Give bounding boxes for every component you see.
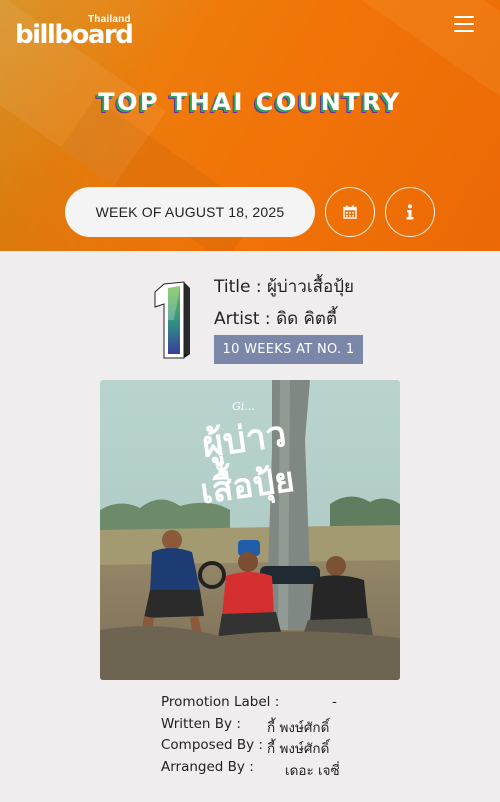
song-title: Title : ผู้บ่าวเสื้อปุ้ย — [214, 273, 354, 300]
credit-row-composed-by: Composed By : กี้ พงษ์ศักดิ์ — [161, 737, 351, 759]
week-label: WEEK OF AUGUST 18, 2025 — [95, 204, 285, 220]
credit-label: Composed By : — [161, 737, 263, 753]
cover-signature: Gi... — [232, 400, 255, 413]
credit-label: Promotion Label : — [161, 694, 280, 710]
song-title-value: ผู้บ่าวเสื้อปุ้ย — [266, 277, 354, 297]
album-cover-image: ผู้บ่าว เสื้อปุ้ย Gi... — [100, 380, 400, 680]
song-credits: Promotion Label : - Written By : กี้ พงษ… — [161, 694, 351, 780]
album-cover: ผู้บ่าว เสื้อปุ้ย Gi... — [100, 380, 400, 680]
week-selector[interactable]: WEEK OF AUGUST 18, 2025 — [65, 187, 315, 237]
calendar-icon — [343, 205, 357, 219]
credit-row-written-by: Written By : กี้ พงษ์ศักดิ์ — [161, 716, 351, 738]
credit-value: - — [332, 694, 337, 710]
hamburger-icon[interactable] — [454, 16, 474, 32]
credit-value: กี้ พงษ์ศักดิ์ — [267, 741, 330, 757]
song-title-label: Title : — [214, 277, 267, 297]
song-artist: Artist : ดิด คิตตี้ — [214, 305, 337, 332]
weeks-at-no1-badge: 10 WEEKS AT NO. 1 — [214, 335, 363, 364]
rank-number — [150, 280, 196, 362]
song-artist-value: ดิด คิตตี้ — [276, 309, 338, 329]
calendar-button[interactable] — [325, 187, 375, 237]
logo-wordmark: billboard — [15, 20, 134, 50]
info-icon — [406, 204, 414, 220]
chart-header: Thailand billboard TOP THAI COUNTRY WEEK… — [0, 0, 500, 251]
chart-title: TOP THAI COUNTRY — [98, 88, 402, 116]
info-button[interactable] — [385, 187, 435, 237]
credit-label: Arranged By : — [161, 758, 254, 775]
credit-row-promotion-label: Promotion Label : - — [161, 694, 351, 716]
song-artist-label: Artist : — [214, 309, 277, 329]
credit-row-arranged-by: Arranged By : เดอะ เจซี่ — [161, 759, 351, 781]
credit-value: เดอะ เจซี่ — [285, 762, 340, 779]
rank-one-graphic — [154, 281, 190, 359]
credit-value: กี้ พงษ์ศักดิ์ — [267, 719, 330, 736]
credit-label: Written By : — [161, 715, 241, 732]
